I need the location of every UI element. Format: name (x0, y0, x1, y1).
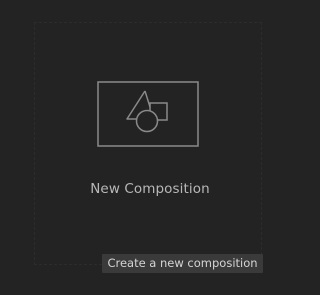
tooltip: Create a new composition (102, 254, 263, 273)
new-composition-label: New Composition (90, 181, 210, 197)
home-panel: New Composition Create a new composition (0, 0, 300, 295)
composition-shapes-icon (97, 81, 199, 147)
